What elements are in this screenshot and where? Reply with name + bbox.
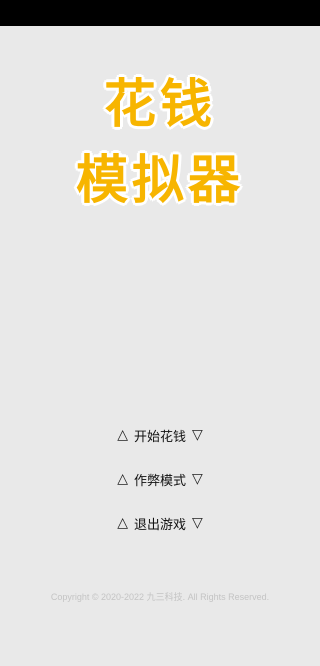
- game-title-line1: 花钱: [103, 74, 216, 136]
- status-bar: [0, 0, 320, 26]
- triangle-down-icon: ▽: [192, 427, 203, 443]
- cheat-mode-label: 作弊模式: [133, 473, 186, 489]
- cheat-mode-button[interactable]: △ 作弊模式 ▽: [0, 465, 320, 493]
- triangle-down-icon: ▽: [192, 515, 203, 531]
- start-spending-label: 开始花钱: [133, 429, 186, 445]
- copyright-text: Copyright © 2020-2022 九三科技. All Rights R…: [50, 592, 270, 602]
- main-menu: △ 开始花钱 ▽ △ 作弊模式 ▽ △ 退出游戏 ▽: [0, 421, 320, 553]
- game-title: 花钱 模拟器: [0, 70, 320, 216]
- triangle-up-icon: △: [117, 471, 128, 487]
- triangle-up-icon: △: [117, 515, 128, 531]
- game-title-line2: 模拟器: [75, 150, 244, 212]
- start-spending-button[interactable]: △ 开始花钱 ▽: [0, 421, 320, 449]
- triangle-down-icon: ▽: [192, 471, 203, 487]
- exit-game-button[interactable]: △ 退出游戏 ▽: [0, 509, 320, 537]
- exit-game-label: 退出游戏: [133, 517, 186, 533]
- triangle-up-icon: △: [117, 427, 128, 443]
